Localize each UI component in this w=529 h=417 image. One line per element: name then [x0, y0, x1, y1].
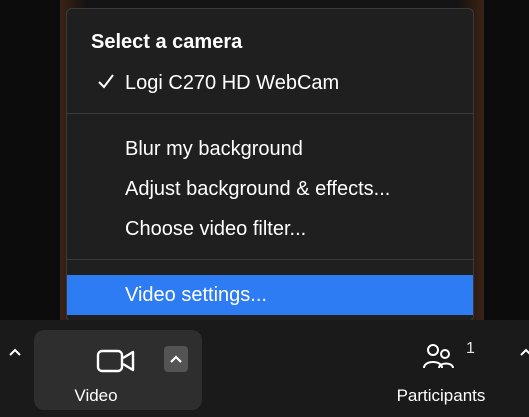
menu-item-label: Blur my background — [125, 137, 303, 160]
choose-video-filter-item[interactable]: Choose video filter... — [67, 209, 473, 249]
participants-icon — [423, 344, 454, 369]
chevron-up-icon — [170, 355, 182, 363]
menu-item-label: Adjust background & effects... — [125, 177, 391, 200]
checkmark-icon — [98, 74, 114, 89]
participants-button[interactable]: 1 Participants — [376, 330, 506, 410]
adjust-background-item[interactable]: Adjust background & effects... — [67, 169, 473, 209]
chevron-up-icon[interactable] — [519, 346, 529, 358]
participants-count: 1 — [466, 340, 475, 357]
camera-option-logi-c270[interactable]: Logi C270 HD WebCam — [67, 63, 473, 103]
menu-header: Select a camera — [91, 31, 243, 53]
menu-item-label: Video settings... — [125, 283, 267, 306]
participants-label: Participants — [396, 386, 486, 405]
video-button[interactable]: Video — [34, 330, 202, 410]
video-options-button[interactable] — [164, 346, 188, 372]
camera-option-label: Logi C270 HD WebCam — [125, 71, 340, 94]
chevron-up-icon[interactable] — [8, 346, 22, 358]
menu-item-label: Choose video filter... — [125, 217, 307, 240]
menu-divider — [67, 113, 473, 114]
meeting-toolbar: Video 1 Participants — [0, 320, 529, 417]
video-settings-item[interactable]: Video settings... — [67, 275, 473, 315]
blur-background-item[interactable]: Blur my background — [67, 129, 473, 169]
menu-divider — [67, 259, 473, 260]
camera-menu: Select a camera Logi C270 HD WebCam Blur… — [66, 8, 474, 322]
video-camera-icon — [96, 349, 135, 373]
video-button-label: Video — [74, 386, 118, 405]
